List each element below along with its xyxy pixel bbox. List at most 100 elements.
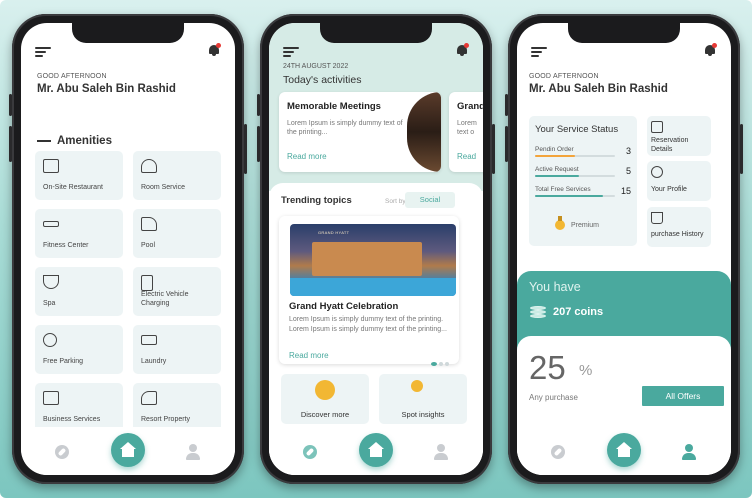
- phone-amenities: GOOD AFTERNOON Mr. Abu Saleh Bin Rashid …: [9, 14, 247, 484]
- menu-icon[interactable]: [35, 47, 51, 57]
- profile-icon: [651, 166, 663, 178]
- amenity-label: Laundry: [141, 358, 167, 365]
- compass-icon[interactable]: [303, 445, 317, 459]
- menu-icon[interactable]: [531, 47, 547, 57]
- user-icon[interactable]: [185, 444, 201, 460]
- activity-card[interactable]: Memorable Meetings Lorem Ipsum is simply…: [279, 92, 441, 172]
- restaurant-icon: [43, 159, 59, 173]
- home-icon[interactable]: [359, 433, 393, 467]
- reservation-details-card[interactable]: Reservation Details: [647, 116, 711, 156]
- menu-icon[interactable]: [283, 47, 299, 57]
- user-name: Mr. Abu Saleh Bin Rashid: [529, 83, 668, 95]
- all-offers-button[interactable]: All Offers: [642, 386, 724, 406]
- amenity-business[interactable]: Business Services: [35, 383, 123, 432]
- service-status-title: Your Service Status: [535, 124, 619, 135]
- amenity-label: Pool: [141, 242, 156, 249]
- parking-icon: [43, 333, 57, 347]
- hotel-sign: GRAND HYATT: [318, 230, 350, 235]
- compass-icon[interactable]: [551, 445, 565, 459]
- screen-activities: 24TH AUGUST 2022 Today's activities Memo…: [269, 23, 483, 475]
- showcase-background: GOOD AFTERNOON Mr. Abu Saleh Bin Rashid …: [0, 0, 752, 498]
- status-row-pending: Pendin Order 3: [535, 146, 631, 157]
- screen-status: GOOD AFTERNOON Mr. Abu Saleh Bin Rashid …: [517, 23, 731, 475]
- activity-text: Lorem text o: [457, 120, 477, 136]
- amenity-pool[interactable]: Pool: [133, 209, 221, 258]
- spa-icon: [43, 275, 59, 289]
- amenity-label: Room Service: [141, 184, 185, 191]
- home-icon[interactable]: [607, 433, 641, 467]
- insights-icon: [411, 380, 423, 392]
- user-icon[interactable]: [681, 444, 697, 460]
- amenity-room-service[interactable]: Room Service: [133, 151, 221, 200]
- status-value: 5: [625, 166, 631, 176]
- dumbbell-icon: [43, 221, 59, 227]
- trending-title: Trending topics: [281, 195, 352, 206]
- status-label: Active Request: [535, 166, 579, 173]
- amenity-label: Resort Property: [141, 416, 191, 423]
- date-label: 24TH AUGUST 2022: [283, 63, 349, 70]
- coins-value: 207 coins: [553, 306, 604, 318]
- resort-icon: [141, 391, 157, 405]
- globe-icon: [315, 380, 335, 400]
- amenity-label: On-Site Restaurant: [43, 184, 103, 191]
- bell-icon[interactable]: [703, 43, 717, 57]
- read-more-link[interactable]: Read more: [287, 152, 327, 161]
- activity-title: Memorable Meetings: [287, 101, 381, 112]
- amenity-ev-charging[interactable]: Electric Vehicle Charging: [133, 267, 221, 316]
- read-more-link[interactable]: Read: [457, 152, 476, 161]
- bottom-nav: [21, 427, 235, 475]
- user-icon[interactable]: [433, 444, 449, 460]
- status-bar: [535, 195, 615, 197]
- hotel-image: GRAND HYATT: [290, 224, 456, 296]
- activity-card[interactable]: Grand Lorem text o Read: [449, 92, 483, 172]
- amenity-spa[interactable]: Spa: [35, 267, 123, 316]
- amenity-label: Spa: [43, 300, 56, 307]
- notch: [320, 23, 432, 43]
- status-bar: [535, 155, 615, 157]
- cart-icon: [651, 212, 663, 224]
- laundry-icon: [141, 335, 157, 345]
- home-icon[interactable]: [111, 433, 145, 467]
- service-status-card: Your Service Status Pendin Order 3 Activ…: [529, 116, 637, 246]
- spot-label: Spot insights: [401, 410, 445, 419]
- notch: [568, 23, 680, 43]
- sort-by-label: Sort by: [385, 198, 406, 205]
- activities-title: Today's activities: [283, 74, 362, 86]
- discover-more-card[interactable]: Discover more: [281, 374, 369, 424]
- pool-icon: [141, 217, 157, 231]
- activity-title: Grand: [457, 101, 483, 112]
- amenity-fitness[interactable]: Fitness Center: [35, 209, 123, 258]
- spot-insights-card[interactable]: Spot insights: [379, 374, 467, 424]
- your-profile-card[interactable]: Your Profile: [647, 161, 711, 201]
- bottom-nav: [269, 427, 483, 475]
- any-purchase-label: Any purchase: [529, 393, 578, 402]
- read-more-link[interactable]: Read more: [289, 351, 329, 360]
- amenity-label: Free Parking: [43, 358, 84, 365]
- status-label: Pendin Order: [535, 146, 574, 153]
- sort-select[interactable]: Social: [405, 192, 455, 208]
- bell-icon[interactable]: [207, 43, 221, 57]
- trending-card-text: Lorem Ipsum is simply dummy text of the …: [289, 316, 447, 333]
- printer-icon: [43, 391, 59, 405]
- greeting: GOOD AFTERNOON: [37, 73, 107, 80]
- premium-label: Premium: [571, 222, 600, 229]
- ev-charging-icon: [141, 275, 153, 291]
- purchase-history-card[interactable]: purchase History: [647, 207, 711, 247]
- amenity-restaurant[interactable]: On-Site Restaurant: [35, 151, 123, 200]
- status-label: Total Free Services: [535, 186, 591, 193]
- amenity-resort[interactable]: Resort Property: [133, 383, 221, 432]
- discount-percent: 25: [529, 349, 566, 386]
- coins-icon: [530, 306, 548, 320]
- bell-icon[interactable]: [455, 43, 469, 57]
- trending-card[interactable]: GRAND HYATT Grand Hyatt Celebration Lore…: [279, 216, 459, 366]
- activity-image: [407, 92, 441, 172]
- compass-icon[interactable]: [55, 445, 69, 459]
- carousel-dots[interactable]: [429, 353, 449, 371]
- status-value: 3: [625, 146, 631, 156]
- medal-icon: [555, 216, 565, 230]
- reservation-icon: [651, 121, 663, 133]
- amenities-grid: On-Site Restaurant Room Service Fitness …: [35, 151, 221, 432]
- amenity-laundry[interactable]: Laundry: [133, 325, 221, 374]
- amenity-parking[interactable]: Free Parking: [35, 325, 123, 374]
- discover-label: Discover more: [300, 410, 350, 419]
